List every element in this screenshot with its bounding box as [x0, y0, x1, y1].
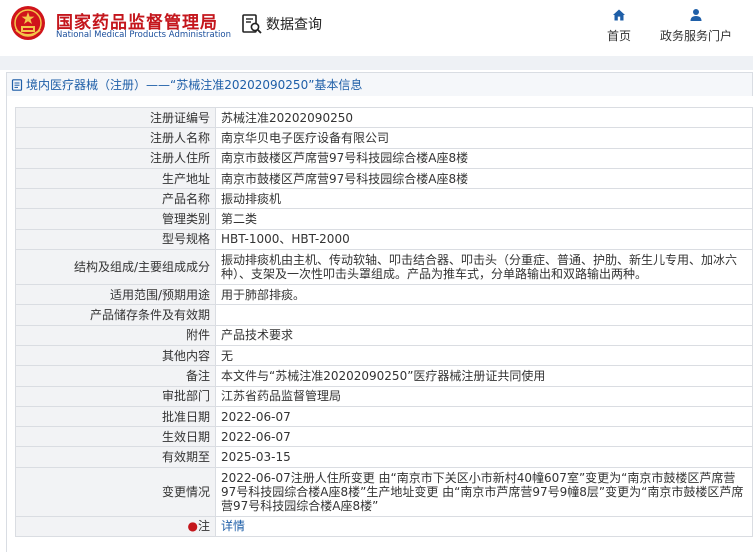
registration-detail-table: 注册证编号 苏械注准20202090250 注册人名称 南京华贝电子医疗设备有限… [15, 106, 753, 538]
table-row-effective-date: 生效日期 2022-06-07 [15, 426, 753, 448]
field-label: 备注 [15, 365, 216, 387]
field-value: 无 [215, 344, 753, 367]
site-header: 国家药品监督管理局 National Medical Products Admi… [0, 0, 753, 56]
table-row-registrant-name: 注册人名称 南京华贝电子医疗设备有限公司 [15, 127, 753, 149]
table-row-registrant-address: 注册人住所 南京市鼓楼区芦席营97号科技园综合楼A座8楼 [15, 147, 753, 169]
table-row-storage-conditions: 产品储存条件及有效期 [15, 304, 753, 326]
table-row-management-class: 管理类别 第二类 [15, 208, 753, 230]
note-label: ●注 [15, 515, 216, 538]
field-value: 产品技术要求 [215, 324, 753, 346]
field-value: HBT-1000、HBT-2000 [215, 228, 753, 251]
field-value: 2025-03-15 [215, 446, 753, 468]
field-label: 附件 [15, 324, 216, 346]
field-label: 适用范围/预期用途 [15, 284, 216, 306]
nav-service-portal[interactable]: 政务服务门户 [654, 8, 738, 44]
field-value: 南京市鼓楼区芦席营97号科技园综合楼A座8楼 [215, 167, 753, 190]
header-divider-band [0, 56, 753, 70]
field-label: 管理类别 [15, 208, 216, 230]
field-label: 生效日期 [15, 426, 216, 448]
field-label: 结构及组成/主要组成成分 [15, 249, 216, 286]
field-value: 南京市鼓楼区芦席营97号科技园综合楼A座8楼 [215, 147, 753, 169]
table-row-other-content: 其他内容 无 [15, 344, 753, 367]
table-row-registration-no: 注册证编号 苏械注准20202090250 [15, 106, 753, 129]
breadcrumb-title: 境内医疗器械（注册）——“苏械注准20202090250”基本信息 [26, 78, 363, 92]
nav-home-label: 首页 [606, 29, 631, 43]
field-value: 苏械注准20202090250 [215, 106, 753, 129]
field-label: 注册人名称 [15, 127, 216, 149]
table-row-product-name: 产品名称 振动排痰机 [15, 188, 753, 210]
field-label: 有效期至 [15, 446, 216, 468]
table-row-production-address: 生产地址 南京市鼓楼区芦席营97号科技园综合楼A座8楼 [15, 167, 753, 190]
table-row-intended-use: 适用范围/预期用途 用于肺部排痰。 [15, 284, 753, 306]
note-marker: ● [187, 519, 198, 534]
data-query-link[interactable]: 数据查询 [241, 12, 322, 36]
field-value: 用于肺部排痰。 [215, 284, 753, 306]
table-row-attachment: 附件 产品技术要求 [15, 324, 753, 346]
table-row-remarks: 备注 本文件与“苏械注准20202090250”医疗器械注册证共同使用 [15, 365, 753, 387]
field-value: 南京华贝电子医疗设备有限公司 [215, 127, 753, 149]
data-query-label: 数据查询 [266, 17, 322, 33]
table-row-change-history: 变更情况 2022-06-07注册人住所变更 由“南京市下关区小市新村40幢60… [15, 466, 753, 517]
field-value: 振动排痰机由主机、传动软轴、叩击结合器、叩击头（分重症、普通、护肋、新生儿专用、… [215, 249, 753, 286]
field-value: 本文件与“苏械注准20202090250”医疗器械注册证共同使用 [215, 365, 753, 387]
table-row-note: ●注 详情 [15, 515, 753, 538]
field-label: 其他内容 [15, 344, 216, 367]
field-label: 产品储存条件及有效期 [15, 304, 216, 326]
field-value: 2022-06-07 [215, 426, 753, 448]
field-label: 型号规格 [15, 228, 216, 251]
field-label: 产品名称 [15, 188, 216, 210]
table-row-model-spec: 型号规格 HBT-1000、HBT-2000 [15, 228, 753, 251]
user-icon [690, 9, 702, 21]
field-value: 2022-06-07 [215, 405, 753, 428]
table-row-approval-date: 批准日期 2022-06-07 [15, 405, 753, 428]
field-label: 批准日期 [15, 405, 216, 428]
field-value: 第二类 [215, 208, 753, 230]
details-link[interactable]: 详情 [221, 519, 245, 533]
breadcrumb: 境内医疗器械（注册）——“苏械注准20202090250”基本信息 [6, 72, 753, 96]
field-label: 注册证编号 [15, 106, 216, 129]
field-value: 振动排痰机 [215, 188, 753, 210]
national-emblem-icon [11, 6, 45, 40]
table-row-structure: 结构及组成/主要组成成分 振动排痰机由主机、传动软轴、叩击结合器、叩击头（分重症… [15, 249, 753, 286]
document-icon [11, 78, 23, 91]
field-label: 变更情况 [15, 466, 216, 517]
field-label: 生产地址 [15, 167, 216, 190]
table-row-approval-department: 审批部门 江苏省药品监督管理局 [15, 385, 753, 407]
note-key: 注 [197, 519, 210, 534]
document-search-icon [242, 14, 262, 34]
field-label: 注册人住所 [15, 147, 216, 169]
brand-name-en[interactable]: National Medical Products Administration [56, 30, 231, 40]
field-value: 江苏省药品监督管理局 [215, 385, 753, 407]
nav-service-portal-label: 政务服务门户 [659, 29, 732, 43]
home-icon [613, 9, 625, 21]
field-value: 2022-06-07注册人住所变更 由“南京市下关区小市新村40幢607室”变更… [215, 466, 753, 517]
note-value: 详情 [215, 515, 753, 538]
field-label: 审批部门 [15, 385, 216, 407]
field-value [215, 304, 753, 326]
table-row-expiry-date: 有效期至 2025-03-15 [15, 446, 753, 468]
nav-home[interactable]: 首页 [602, 8, 636, 44]
